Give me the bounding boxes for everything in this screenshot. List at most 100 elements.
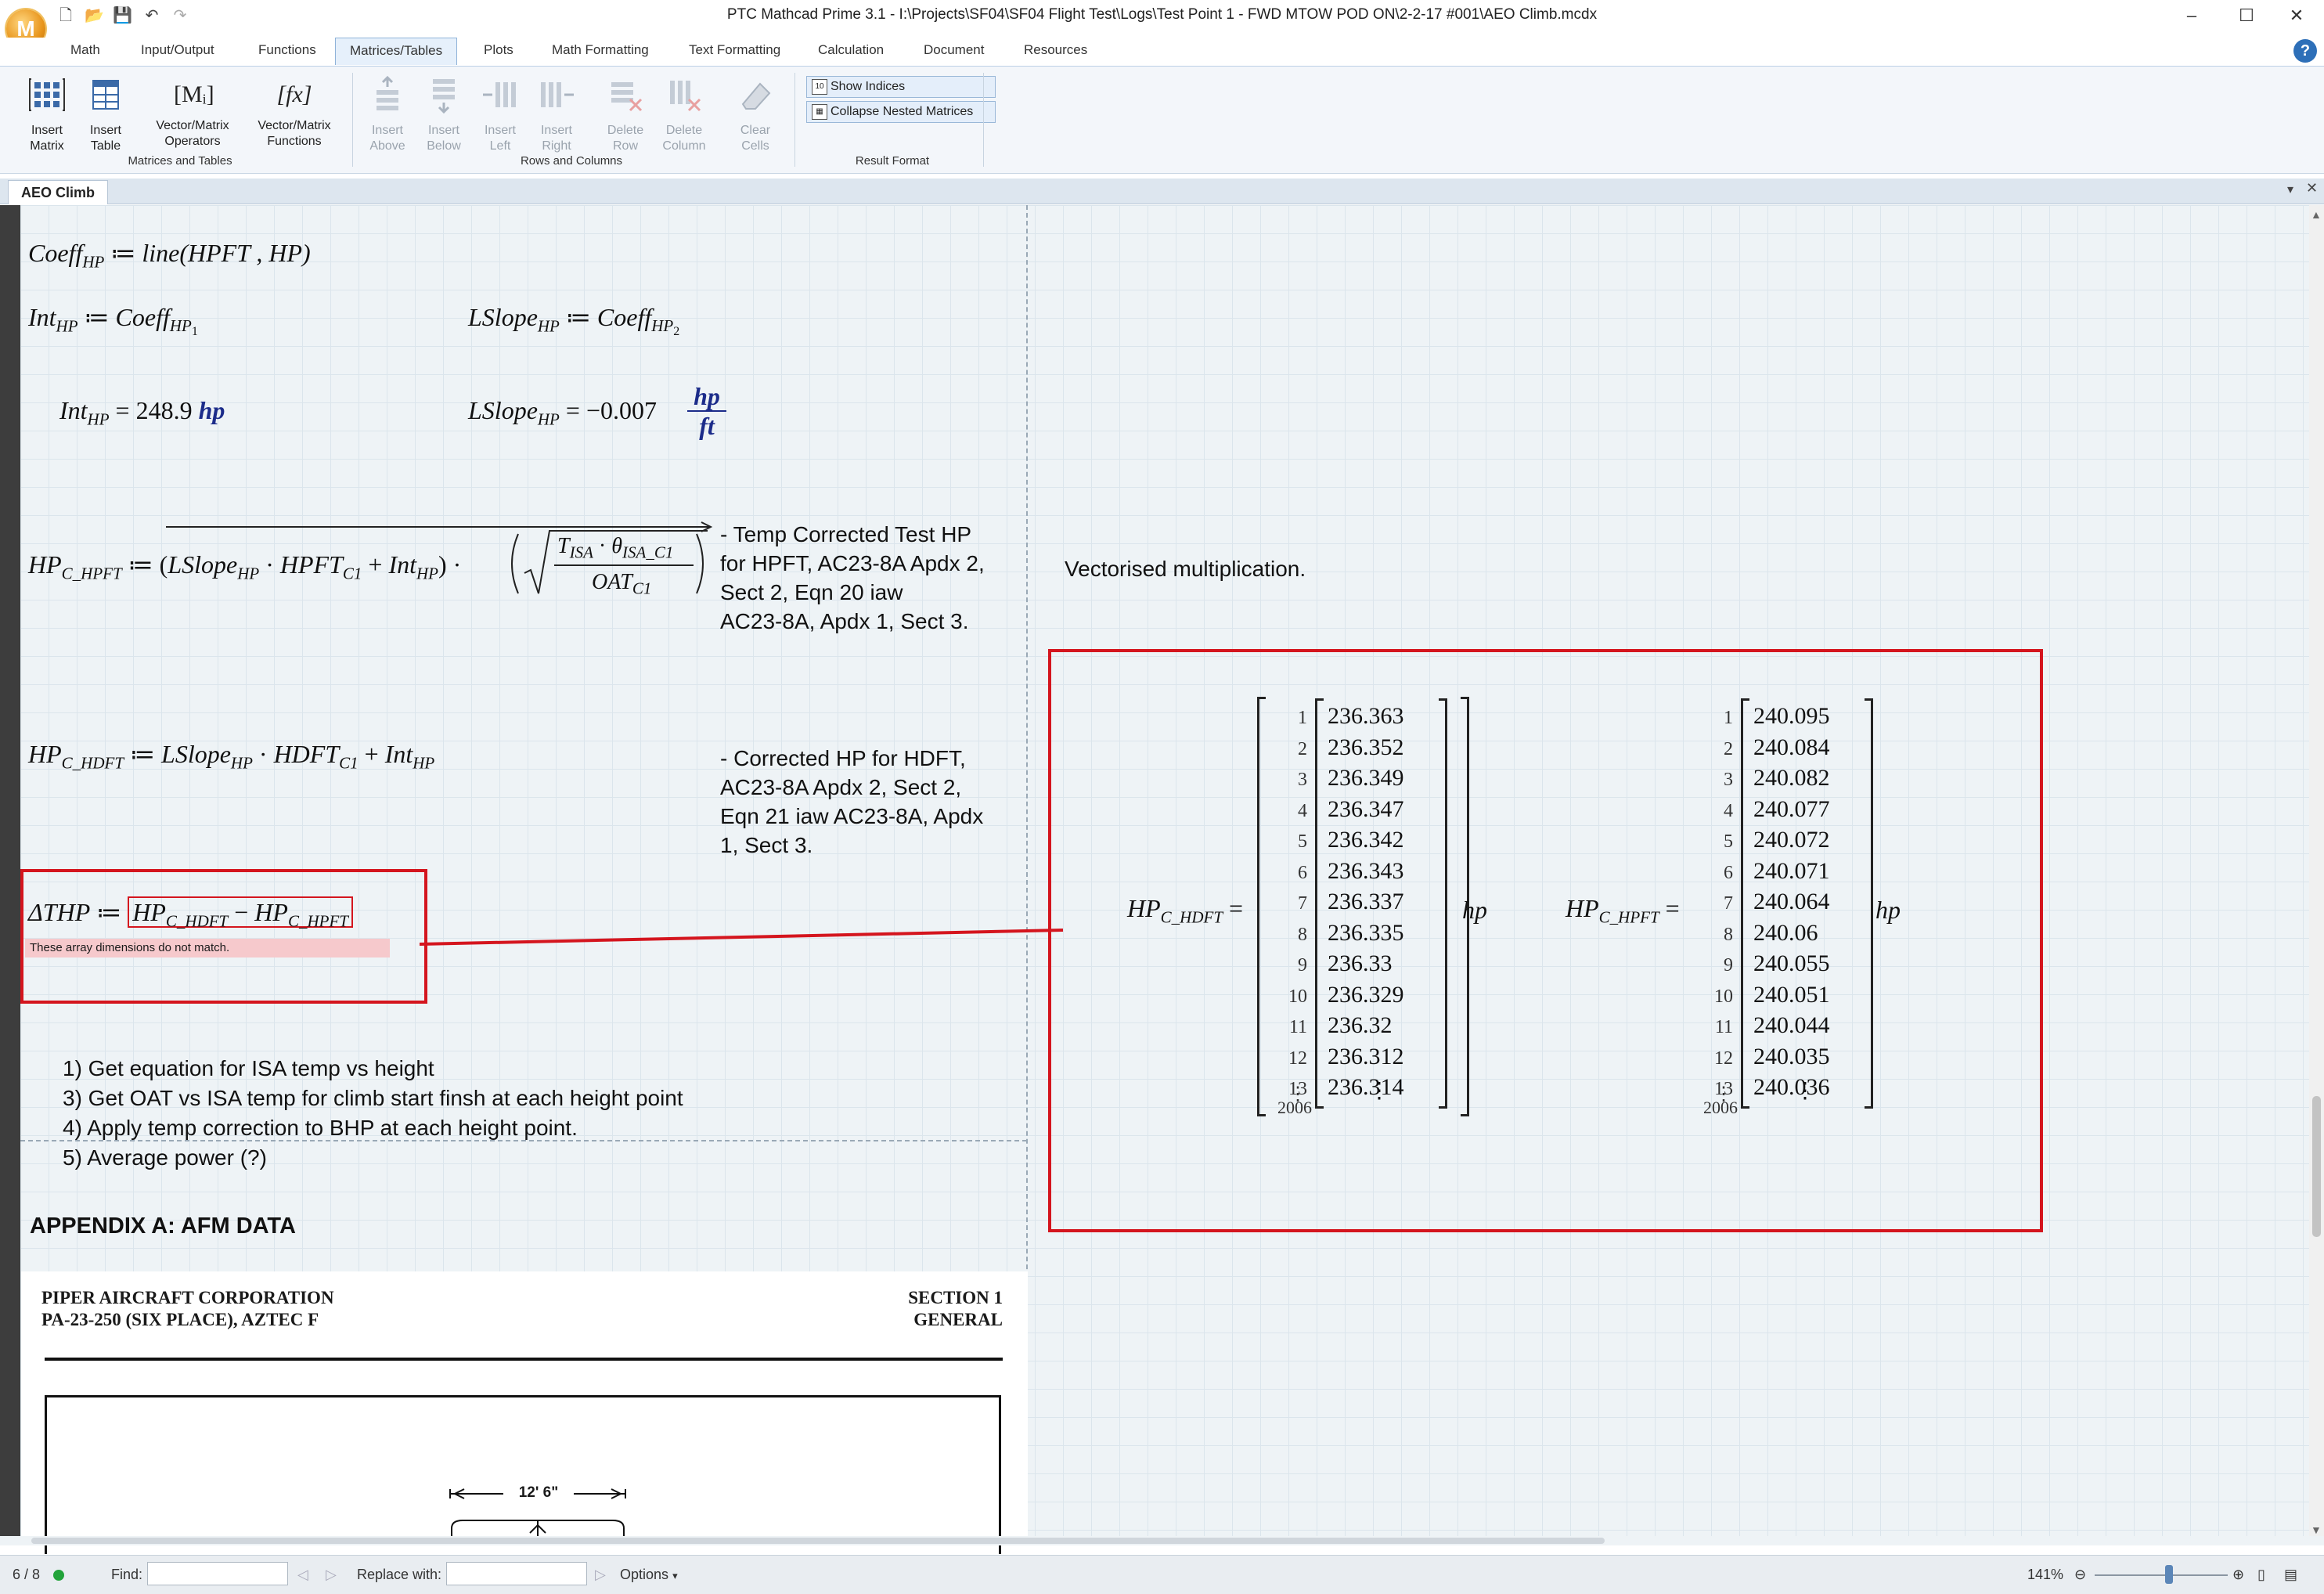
find-input[interactable] (147, 1562, 288, 1585)
todo-item[interactable]: 4) Apply temp correction to BHP at each … (63, 1113, 578, 1142)
matrix-cell[interactable]: 236.329 (1328, 982, 1404, 1008)
collapse-nested-matrices-button[interactable]: ▦ Collapse Nested Matrices (806, 101, 996, 123)
matrix-cell[interactable]: 236.342 (1328, 827, 1404, 853)
open-folder-icon[interactable]: 📂 (85, 6, 104, 25)
matrix-cell[interactable]: 240.084 (1753, 734, 1830, 761)
find-next-icon[interactable]: ▷ (326, 1567, 337, 1583)
matrix-cell[interactable]: 240.06 (1753, 920, 1818, 947)
vectorised-note[interactable]: Vectorised multiplication. (1065, 554, 1306, 583)
afm-document-image[interactable]: PIPER AIRCRAFT CORPORATION PA-23-250 (SI… (21, 1271, 1028, 1554)
matrix-cell[interactable]: 236.349 (1328, 765, 1404, 792)
draft-view-icon[interactable]: ▤ (2284, 1567, 2297, 1583)
todo-item[interactable]: 5) Average power (?) (63, 1143, 267, 1172)
replace-input[interactable] (446, 1562, 587, 1585)
tab-document[interactable]: Document (924, 42, 984, 58)
todo-item[interactable]: 3) Get OAT vs ISA temp for climb start f… (63, 1084, 683, 1113)
tab-plots[interactable]: Plots (484, 42, 513, 58)
matrix-cell[interactable]: 236.347 (1328, 796, 1404, 823)
scroll-down-icon[interactable]: ▼ (2311, 1524, 2322, 1536)
help-icon[interactable]: ? (2293, 39, 2317, 63)
matrix-cell[interactable]: 240.035 (1753, 1044, 1830, 1070)
zoom-slider-track[interactable] (2095, 1574, 2228, 1576)
matrix-cell[interactable]: 240.064 (1753, 889, 1830, 915)
matrix-cell[interactable]: 240.044 (1753, 1012, 1830, 1039)
matrix-cell[interactable]: 240.072 (1753, 827, 1830, 853)
matrix-cell[interactable]: 240.077 (1753, 796, 1830, 823)
matrix-cell[interactable]: 236.363 (1328, 703, 1404, 730)
delete-column-button[interactable]: Delete Column (656, 76, 712, 154)
todo-item[interactable]: 1) Get equation for ISA temp vs height (63, 1054, 434, 1083)
matrix-cell[interactable]: 236.32 (1328, 1012, 1393, 1039)
new-document-icon[interactable]: 🗋 (56, 6, 75, 25)
zoom-slider-handle[interactable] (2165, 1565, 2173, 1584)
matrix-cell[interactable]: 240.055 (1753, 950, 1830, 977)
minimize-icon[interactable]: – (2164, 0, 2219, 31)
matrix-cell[interactable]: 240.071 (1753, 858, 1830, 885)
lslope-hp-result[interactable]: LSlopeHP = −0.007 (468, 396, 657, 429)
note-hdft[interactable]: - Corrected HP for HDFT, AC23-8A Apdx 2,… (720, 744, 983, 860)
insert-below-button[interactable]: Insert Below (418, 76, 470, 154)
tab-math[interactable]: Math (70, 42, 100, 58)
matrix-cell[interactable]: 240.051 (1753, 982, 1830, 1008)
matrix-cell[interactable]: 236.343 (1328, 858, 1404, 885)
vector-matrix-functions-button[interactable]: [fx] Vector/Matrix Functions (247, 76, 341, 150)
matrix-cell[interactable]: 236.337 (1328, 889, 1404, 915)
int-hp-definition[interactable]: IntHP ≔ CoeffHP1 (28, 302, 198, 340)
undo-icon[interactable]: ↶ (142, 6, 161, 25)
lslope-hp-definition[interactable]: LSlopeHP ≔ CoeffHP2 (468, 302, 679, 340)
matrix-cell[interactable]: 236.314 (1328, 1074, 1404, 1101)
zoom-in-icon[interactable]: ⊕ (2232, 1567, 2244, 1583)
insert-right-button[interactable]: Insert Right (531, 76, 582, 154)
close-document-icon[interactable]: ✕ (2306, 180, 2318, 197)
coeff-hp-definition[interactable]: CoeffHP ≔ line(HPFT , HP) (28, 238, 311, 272)
save-icon[interactable]: 💾 (113, 6, 132, 25)
find-prev-icon[interactable]: ◁ (297, 1567, 308, 1583)
delta-thp-definition[interactable]: ΔTHP ≔ HPC_HDFT − HPC_HPFT (28, 896, 353, 931)
document-tab-aeo-climb[interactable]: AEO Climb (8, 180, 109, 204)
matrix-cell[interactable]: 240.082 (1753, 765, 1830, 792)
vertical-scrollbar[interactable] (2309, 205, 2324, 1544)
options-dropdown[interactable]: Options ▾ (620, 1567, 678, 1583)
tab-calculation[interactable]: Calculation (818, 42, 884, 58)
hp-c-hdft-matrix[interactable]: 1 2 3 4 5 6 7 8 9 10 11 12 13 236.363 236.352 236.349 2… (1257, 697, 1476, 1120)
insert-left-button[interactable]: Insert Left (474, 76, 526, 154)
hp-c-hdft-result-label[interactable]: HPC_HDFT = (1127, 894, 1243, 927)
matrix-cell[interactable]: 236.335 (1328, 920, 1404, 947)
hp-c-hpft-definition[interactable]: HPC_HPFT ≔ (LSlopeHP · HPFTC1 + IntHP) · (28, 550, 461, 583)
show-indices-button[interactable]: 10 Show Indices (806, 76, 996, 98)
horizontal-scroll-thumb[interactable] (31, 1538, 1605, 1544)
vector-matrix-operators-button[interactable]: [Mᵢ] Vector/Matrix Operators (146, 76, 240, 150)
hp-c-hpft-result-label[interactable]: HPC_HPFT = (1566, 894, 1680, 927)
redo-icon[interactable]: ↷ (171, 6, 189, 25)
tab-input-output[interactable]: Input/Output (141, 42, 214, 58)
tab-matrices-tables[interactable]: Matrices/Tables (335, 38, 458, 65)
matrix-cell[interactable]: 240.036 (1753, 1074, 1830, 1101)
tab-text-formatting[interactable]: Text Formatting (689, 42, 780, 58)
delete-row-button[interactable]: Delete Row (598, 76, 653, 154)
matrix-cell[interactable]: 236.352 (1328, 734, 1404, 761)
matrix-cell[interactable]: 236.312 (1328, 1044, 1404, 1070)
tab-resources[interactable]: Resources (1024, 42, 1087, 58)
insert-above-button[interactable]: Insert Above (362, 75, 413, 154)
int-hp-result[interactable]: IntHP = 248.9 hp (59, 396, 225, 429)
scroll-up-icon[interactable]: ▲ (2311, 208, 2322, 221)
appendix-heading[interactable]: APPENDIX A: AFM DATA (30, 1212, 296, 1241)
vertical-scroll-thumb[interactable] (2312, 1096, 2321, 1237)
tab-list-chevron-icon[interactable]: ▾ (2287, 182, 2293, 197)
insert-table-button[interactable]: Insert Table (78, 76, 133, 154)
hp-c-hdft-definition[interactable]: HPC_HDFT ≔ LSlopeHP · HDFTC1 + IntHP (28, 739, 434, 773)
lslope-unit-denominator: ft (699, 412, 715, 440)
tab-functions[interactable]: Functions (258, 42, 316, 58)
hp-c-hpft-matrix[interactable]: 1 2 3 4 5 6 7 8 9 10 11 12 13 240.095 240.084 240.082 2… (1683, 697, 1902, 1120)
note-hpft[interactable]: - Temp Corrected Test HP for HPFT, AC23-… (720, 520, 985, 636)
maximize-icon[interactable]: ☐ (2219, 0, 2274, 31)
insert-matrix-button[interactable]: Insert Matrix (14, 76, 80, 154)
matrix-cell[interactable]: 236.33 (1328, 950, 1393, 977)
clear-cells-button[interactable]: Clear Cells (728, 76, 783, 154)
close-icon[interactable]: ✕ (2269, 0, 2324, 31)
replace-icon[interactable]: ▷ (595, 1567, 606, 1583)
zoom-out-icon[interactable]: ⊖ (2074, 1567, 2086, 1583)
matrix-cell[interactable]: 240.095 (1753, 703, 1830, 730)
tab-math-formatting[interactable]: Math Formatting (552, 42, 649, 58)
page-view-icon[interactable]: ▯ (2257, 1567, 2265, 1583)
